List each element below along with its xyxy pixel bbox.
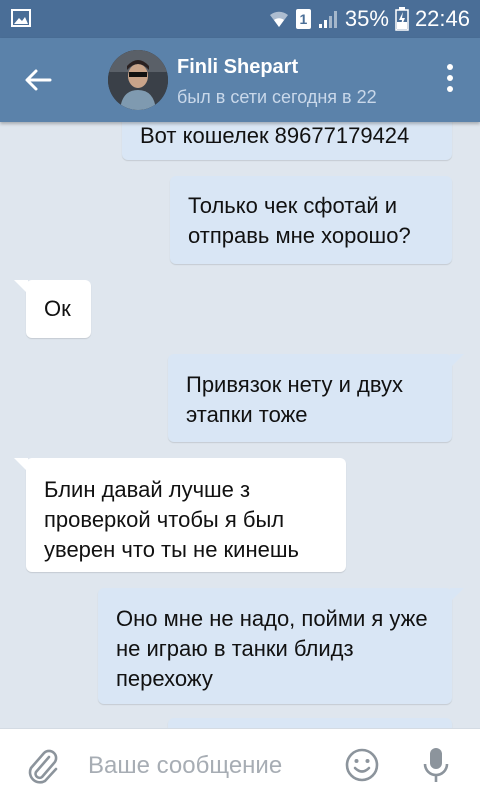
message-bubble-outgoing[interactable] xyxy=(168,718,452,728)
emoji-icon[interactable] xyxy=(344,747,380,783)
message-input[interactable] xyxy=(86,745,340,787)
avatar[interactable] xyxy=(108,50,168,110)
message-text: Вот кошелек 89677179424 xyxy=(140,123,410,148)
message-bubble-outgoing[interactable]: Вот кошелек 89677179424 xyxy=(122,122,452,160)
message-list[interactable]: Вот кошелек 89677179424 Только чек сфота… xyxy=(0,122,480,728)
more-vertical-icon[interactable] xyxy=(444,64,456,96)
message-bubble-outgoing[interactable]: Привязок нету и двух этапки тоже xyxy=(168,354,464,442)
message-text: Блин давай лучше з проверкой чтобы я был… xyxy=(44,477,299,562)
gallery-notification-icon xyxy=(11,9,31,27)
status-indicators: 1 35% 22:46 xyxy=(268,5,470,33)
battery-percent: 35% xyxy=(344,6,389,31)
message-text: Привязок нету и двух этапки тоже xyxy=(186,372,404,427)
message-bubble-outgoing[interactable]: Только чек сфотай и отправь мне хорошо? xyxy=(170,176,452,264)
arrow-left-icon[interactable] xyxy=(20,62,56,98)
message-text: Оно мне не надо, пойми я уже не играю в … xyxy=(116,606,428,691)
signal-icon xyxy=(318,11,337,28)
contact-name[interactable]: Finli Shepart xyxy=(177,56,298,79)
message-bubble-incoming[interactable]: Блин давай лучше з проверкой чтобы я был… xyxy=(14,458,346,572)
sim-slot-badge: 1 xyxy=(295,9,311,29)
message-text: Только чек сфотай и отправь мне хорошо? xyxy=(188,193,411,248)
avatar-photo xyxy=(108,50,168,110)
microphone-icon[interactable] xyxy=(420,745,452,785)
paperclip-icon[interactable] xyxy=(24,745,60,785)
wifi-icon xyxy=(269,11,288,27)
message-bubble-outgoing[interactable]: Оно мне не надо, пойми я уже не играю в … xyxy=(98,588,464,704)
battery-charging-icon xyxy=(395,7,409,31)
clock: 22:46 xyxy=(414,6,470,31)
message-bubble-incoming[interactable]: Ок xyxy=(14,280,91,338)
chat-header: Finli Shepart был в сети сегодня в 22 xyxy=(0,38,480,122)
status-bar: 1 35% 22:46 xyxy=(0,0,480,38)
contact-status: был в сети сегодня в 22 xyxy=(177,87,377,107)
message-text: Ок xyxy=(44,296,71,321)
message-composer xyxy=(0,728,480,801)
